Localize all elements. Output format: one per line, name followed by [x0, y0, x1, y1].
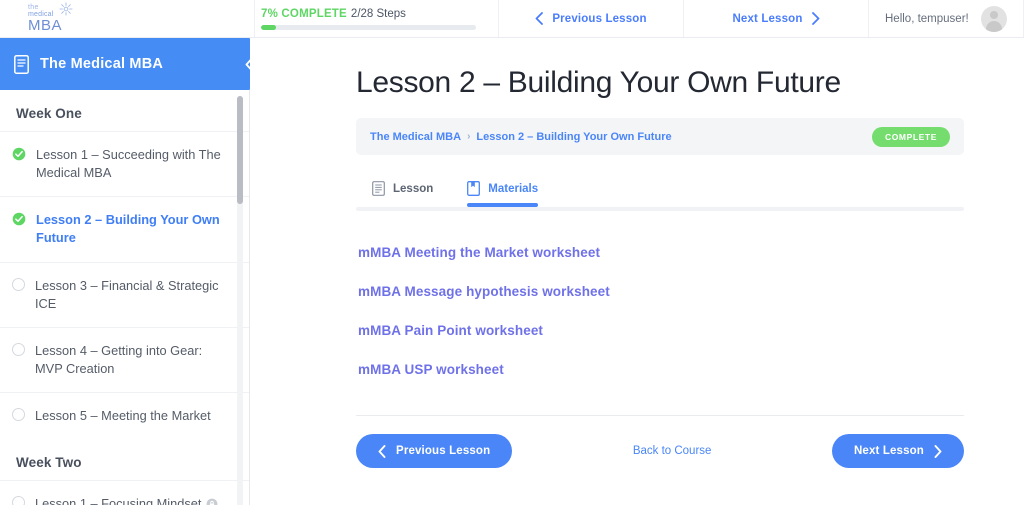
progress-percent-label: 7% COMPLETE	[261, 7, 347, 20]
sidebar-lesson-label: Lesson 3 – Financial & Strategic ICE	[35, 277, 219, 311]
sidebar-title: The Medical MBA	[40, 56, 164, 72]
topbar-previous-lesson-label: Previous Lesson	[552, 12, 647, 25]
sidebar-lesson-label: Lesson 2 – Building Your Own Future	[36, 212, 220, 246]
sidebar-lesson-item[interactable]: Lesson 5 – Meeting the Market	[0, 392, 249, 439]
tabs-divider	[356, 207, 964, 211]
status-badge[interactable]: COMPLETE	[871, 126, 950, 147]
sidebar-section-heading: Week One	[16, 106, 82, 121]
bookmark-page-icon	[467, 181, 481, 196]
breadcrumb-current-link[interactable]: Lesson 2 – Building Your Own Future	[476, 131, 671, 143]
materials-list: mMBA Meeting the Market worksheet mMBA Me…	[356, 211, 964, 389]
topbar-next-lesson-label: Next Lesson	[732, 12, 803, 25]
breadcrumb-separator: ›	[467, 131, 471, 142]
check-circle-icon	[12, 147, 26, 161]
tab-lesson[interactable]: Lesson	[372, 181, 433, 207]
tab-label: Lesson	[393, 182, 434, 195]
material-link[interactable]: mMBA Message hypothesis worksheet	[358, 272, 964, 311]
empty-circle-icon	[12, 277, 25, 291]
tab-materials[interactable]: Materials	[467, 181, 539, 207]
course-sidebar: The Medical MBA Week One Lesson 1 – Succe…	[0, 38, 261, 505]
tab-row: Lesson Materials	[356, 181, 964, 207]
tab-label: Materials	[488, 182, 539, 195]
sidebar-scrollbar-thumb[interactable]	[237, 96, 243, 204]
breadcrumb-course-link[interactable]: The Medical MBA	[370, 131, 461, 143]
active-tab-underline	[467, 203, 539, 207]
empty-circle-icon	[12, 408, 25, 422]
sidebar-lesson-label: Lesson 4 – Getting into Gear: MVP Creati…	[35, 342, 203, 377]
sidebar-section-heading: Week Two	[16, 455, 82, 471]
course-lesson-page: the medical MBA 7% COMPLETE 2/28 Steps Pr…	[0, 0, 1024, 505]
breadcrumb: The Medical MBA › Lesson 2 – Building Yo…	[370, 131, 672, 143]
lesson-footer-nav: Previous Lesson Back to Course Next Less…	[356, 434, 964, 468]
check-circle-icon	[12, 213, 26, 226]
course-book-icon	[14, 54, 29, 74]
sidebar-lesson-item[interactable]: Lesson 3 – Financial & Strategic ICE	[0, 261, 249, 327]
main-content: Lesson 2 – Building Your Own Future The …	[250, 38, 1024, 505]
progress-bar-track	[261, 24, 476, 30]
avatar[interactable]	[980, 5, 1007, 32]
breadcrumb-bar: The Medical MBA › Lesson 2 – Building Yo…	[356, 118, 964, 155]
user-greeting: Hello, tempuser!	[885, 12, 969, 25]
sidebar-lesson-label: Lesson 1 – Succeeding with The Medical M…	[36, 147, 221, 181]
content-tabs: Lesson Materials	[356, 181, 964, 211]
chevron-right-icon	[934, 444, 942, 458]
empty-circle-icon	[12, 496, 25, 505]
page-title: Lesson 2 – Building Your Own Future	[356, 66, 841, 99]
sidebar-lesson-item[interactable]: Lesson 4 – Getting into Gear: MVP Creati…	[0, 326, 249, 392]
document-lines-icon	[372, 181, 385, 196]
sidebar-scroll-area: Week One Lesson 1 – Succeeding with The M…	[0, 90, 249, 505]
next-lesson-button[interactable]: Next Lesson	[831, 434, 964, 468]
material-link[interactable]: mMBA Meeting the Market worksheet	[358, 233, 964, 272]
top-bar: the medical MBA 7% COMPLETE 2/28 Steps Pr…	[0, 0, 1024, 38]
material-link[interactable]: mMBA Pain Point worksheet	[358, 311, 964, 350]
next-lesson-label: Next Lesson	[853, 445, 924, 457]
progress-bar-fill	[261, 24, 277, 30]
chevron-right-icon	[811, 12, 819, 25]
back-to-course-link[interactable]: Back to Course	[633, 445, 712, 457]
lock-icon	[207, 499, 218, 505]
lesson-list: Week One Lesson 1 – Succeeding with The M…	[0, 90, 249, 505]
empty-circle-icon	[12, 342, 25, 356]
logo-line-the: the	[28, 3, 39, 11]
logo-mark: the medical MBA	[28, 1, 86, 36]
previous-lesson-label: Previous Lesson	[396, 445, 491, 457]
site-logo[interactable]: the medical MBA	[0, 0, 255, 37]
material-link[interactable]: mMBA USP worksheet	[358, 350, 964, 389]
sidebar-lesson-item[interactable]: Lesson 1 – Succeeding with The Medical M…	[0, 131, 249, 196]
sidebar-lesson-item[interactable]: Lesson 1 – Focusing Mindset	[0, 480, 249, 505]
user-menu[interactable]: Hello, tempuser!	[869, 0, 1024, 37]
logo-line-mba: MBA	[28, 16, 63, 34]
topbar-previous-lesson-button[interactable]: Previous Lesson	[499, 0, 684, 37]
progress-labels: 7% COMPLETE 2/28 Steps	[261, 8, 476, 20]
sidebar-lesson-label: Lesson 1 – Focusing Mindset	[35, 495, 229, 505]
course-progress: 7% COMPLETE 2/28 Steps	[255, 0, 499, 37]
chevron-left-icon	[378, 444, 386, 458]
previous-lesson-button[interactable]: Previous Lesson	[356, 434, 513, 468]
chevron-left-icon	[535, 12, 544, 25]
star-burst-icon	[59, 1, 73, 16]
progress-steps-label: 2/28 Steps	[350, 7, 406, 20]
sidebar-header: The Medical MBA	[0, 38, 261, 90]
sidebar-lesson-label: Lesson 5 – Meeting the Market	[35, 408, 211, 424]
sidebar-lesson-item[interactable]: Lesson 2 – Building Your Own Future	[0, 196, 249, 261]
topbar-next-lesson-button[interactable]: Next Lesson	[684, 0, 869, 37]
footer-divider	[356, 415, 964, 416]
